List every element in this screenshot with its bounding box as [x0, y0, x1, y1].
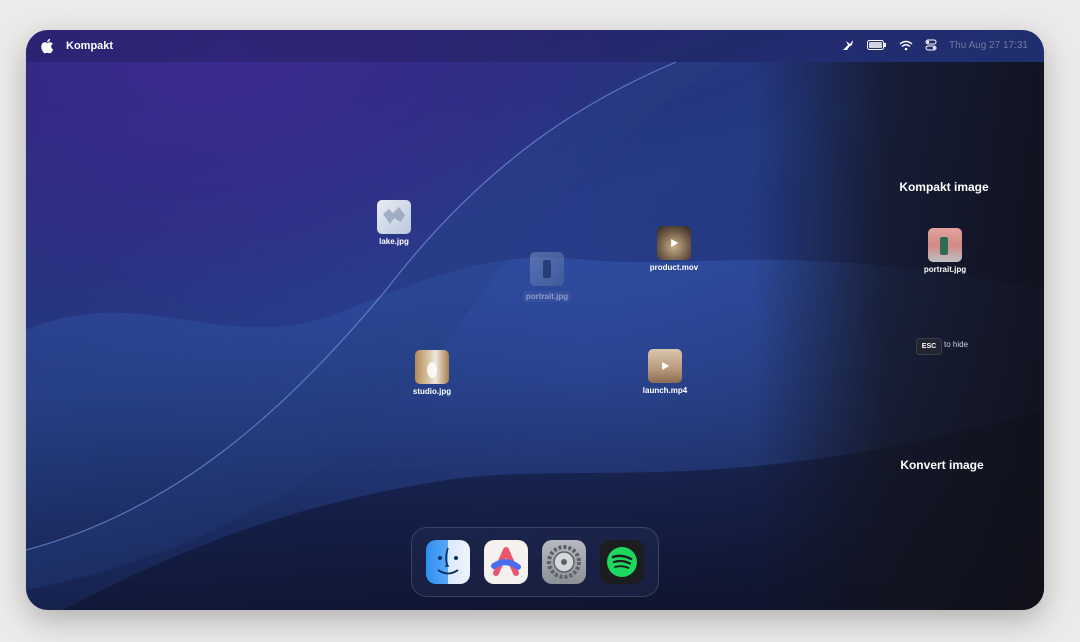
dragged-file-portrait[interactable]: portrait.jpg [905, 228, 985, 274]
file-thumbnail [415, 350, 449, 384]
bird-icon[interactable] [841, 38, 855, 52]
desktop-screen: Kompakt Thu Aug 27 17:31 lake.jpg portra… [26, 30, 1044, 610]
file-name: portrait.jpg [923, 265, 967, 274]
battery-icon[interactable] [867, 40, 887, 50]
menu-bar: Kompakt Thu Aug 27 17:31 [26, 30, 1044, 62]
control-center-icon[interactable] [925, 39, 937, 51]
esc-hint: to hide [944, 340, 969, 349]
file-name: product.mov [649, 263, 699, 272]
desktop-file-product[interactable]: product.mov [634, 226, 714, 272]
kompakt-drop-zone-title[interactable]: Kompakt image [884, 180, 1004, 194]
wifi-icon[interactable] [899, 40, 913, 51]
esc-key: ESC [916, 338, 942, 355]
menubar-clock[interactable]: Thu Aug 27 17:31 [949, 40, 1028, 51]
file-name: studio.jpg [412, 387, 452, 396]
desktop-file-portrait-ghost[interactable]: portrait.jpg [507, 252, 587, 304]
app-name[interactable]: Kompakt [66, 40, 113, 52]
play-icon [671, 239, 679, 247]
play-icon [662, 362, 670, 370]
file-name: portrait.jpg [522, 291, 572, 302]
file-thumbnail [648, 349, 682, 383]
arc-icon[interactable] [484, 540, 528, 584]
dock [411, 527, 659, 597]
file-name: lake.jpg [379, 237, 409, 246]
file-thumbnail [657, 226, 691, 260]
konvert-drop-zone-title[interactable]: Konvert image [882, 458, 1002, 472]
desktop-file-studio[interactable]: studio.jpg [392, 350, 472, 396]
finder-icon[interactable] [426, 540, 470, 584]
spotify-icon[interactable] [600, 540, 644, 584]
file-name: launch.mp4 [642, 386, 688, 395]
file-thumbnail [377, 200, 411, 234]
desktop-file-launch[interactable]: launch.mp4 [625, 349, 705, 395]
system-settings-icon[interactable] [542, 540, 586, 584]
apple-icon[interactable] [40, 38, 54, 54]
desktop-file-lake[interactable]: lake.jpg [354, 200, 434, 246]
drop-panel [754, 62, 1044, 610]
file-thumbnail [530, 252, 564, 286]
file-thumbnail [928, 228, 962, 262]
